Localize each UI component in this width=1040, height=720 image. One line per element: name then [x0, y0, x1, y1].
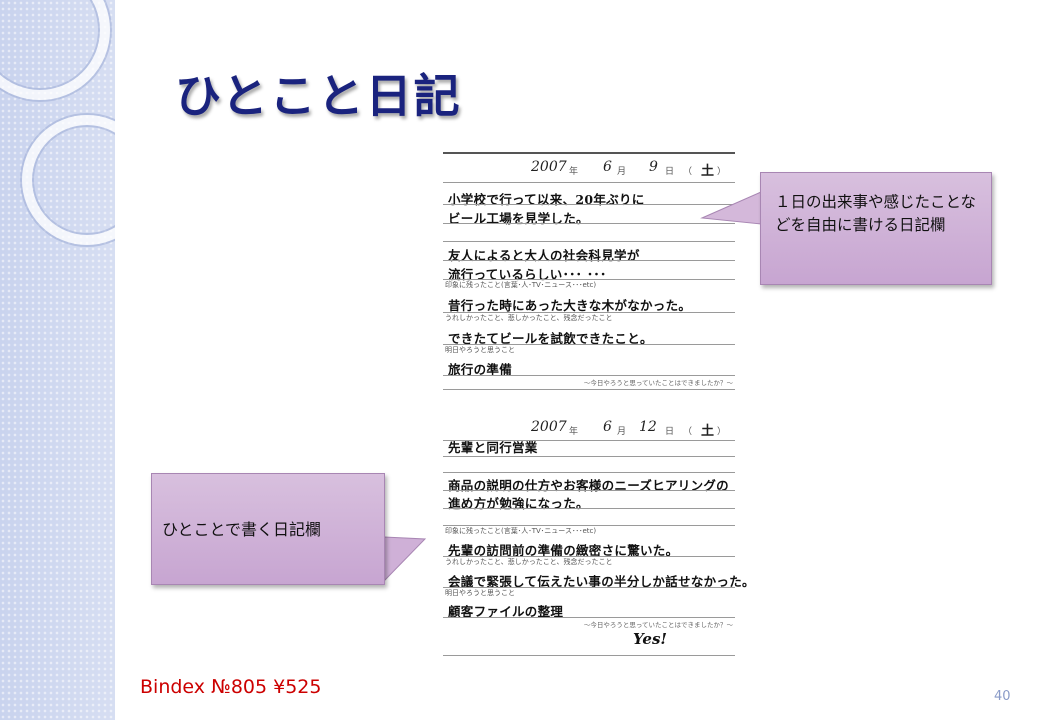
day-value: 12 — [639, 419, 657, 435]
divider — [443, 508, 735, 509]
month-unit: 月 — [617, 427, 627, 437]
paren-open: （ — [683, 167, 693, 177]
product-note: Bindex №805 ¥525 — [140, 676, 322, 698]
month-unit: 月 — [617, 167, 627, 177]
callout-one-line-column: ひとことで書く日記欄 — [151, 473, 385, 585]
day-unit: 日 — [665, 427, 675, 437]
divider — [443, 223, 735, 224]
callout-tail — [700, 191, 762, 225]
divider — [443, 260, 735, 261]
callout-tail — [383, 536, 427, 583]
slide-title: ひとこと日記 — [175, 69, 462, 123]
diary-line: 友人によると大人の社会科見学が — [448, 248, 640, 263]
feelings-label: うれしかったこと、悲しかったこと、残念だったこと — [445, 558, 613, 566]
year-unit: 年 — [569, 427, 579, 437]
divider — [443, 204, 735, 205]
callout-diary-column: １日の出来事や感じたことなどを自由に書ける日記欄 — [760, 172, 992, 285]
diary-line: ビール工場を見学した。 — [448, 211, 589, 226]
date-row: 2007 年 6 月 9 日 （ 土 ） — [443, 154, 735, 179]
feelings-label: うれしかったこと、悲しかったこと、残念だったこと — [445, 314, 613, 322]
diary-line: 先輩と同行営業 — [448, 440, 538, 455]
review-label: ～今日やろうと思っていたことはできましたか？～ — [583, 621, 733, 629]
diary-form: 2007 年 6 月 9 日 （ 土 ） 小学校で行って以来、20年ぶりに ビー… — [443, 152, 755, 657]
tomorrow-label: 明日やろうと思うこと — [445, 346, 515, 354]
day-value: 9 — [649, 159, 658, 175]
decorative-side-strip — [0, 0, 115, 720]
impression-label: 印象に残ったこと(言葉･人･TV･ニュース･･･etc) — [445, 281, 597, 289]
date-row: 2007 年 6 月 12 日 （ 土 ） — [443, 414, 735, 439]
divider — [443, 389, 735, 390]
day-unit: 日 — [665, 167, 675, 177]
paren-close: ） — [717, 427, 727, 437]
review-answer: Yes! — [633, 630, 667, 648]
page-number: 40 — [994, 689, 1011, 704]
divider — [443, 472, 735, 473]
divider — [443, 655, 735, 656]
year-value: 2007 — [531, 419, 567, 435]
year-unit: 年 — [569, 167, 579, 177]
diary-line: 進め方が勉強になった。 — [448, 496, 589, 511]
diary-line: 小学校で行って以来、20年ぶりに — [448, 192, 645, 207]
divider — [443, 241, 735, 242]
month-value: 6 — [603, 159, 612, 175]
weekday-value: 土 — [701, 424, 715, 439]
diary-line: 商品の説明の仕方やお客様のニーズヒアリングの — [448, 478, 729, 493]
weekday-value: 土 — [701, 164, 715, 179]
divider — [443, 456, 735, 457]
paren-open: （ — [683, 427, 693, 437]
divider — [443, 617, 735, 618]
month-value: 6 — [603, 419, 612, 435]
year-value: 2007 — [531, 159, 567, 175]
impression-label: 印象に残ったこと(言葉･人･TV･ニュース･･･etc) — [445, 527, 597, 535]
side-strip-shade — [0, 0, 115, 720]
divider — [443, 182, 735, 183]
divider — [443, 490, 735, 491]
review-label: ～今日やろうと思っていたことはできましたか？～ — [583, 379, 733, 387]
divider — [443, 375, 735, 376]
paren-close: ） — [717, 167, 727, 177]
tomorrow-label: 明日やろうと思うこと — [445, 589, 515, 597]
